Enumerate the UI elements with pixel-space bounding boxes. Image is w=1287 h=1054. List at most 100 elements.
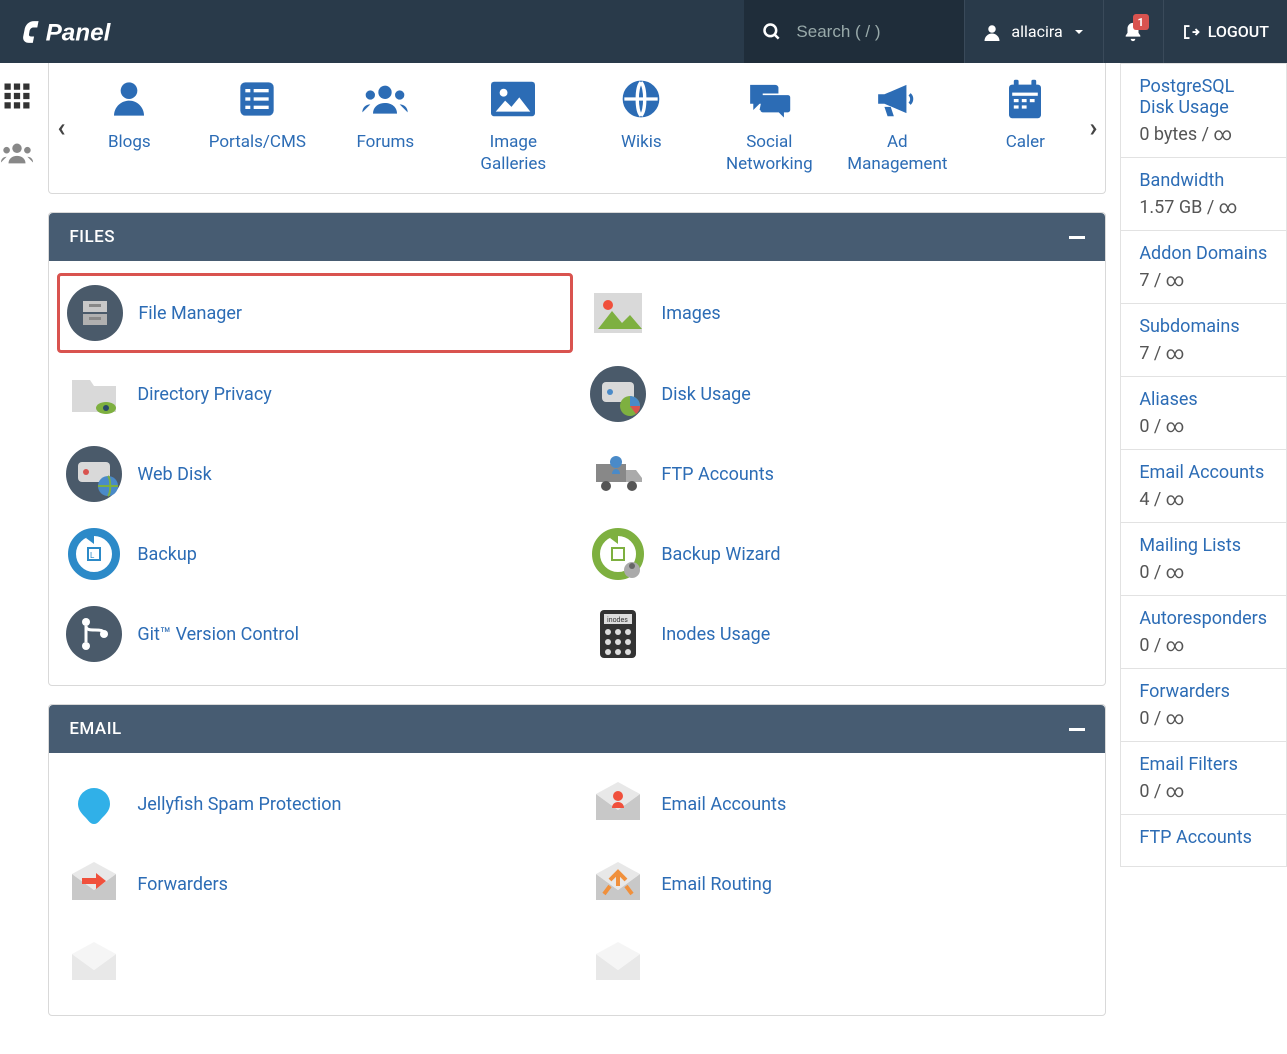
directory-privacy[interactable]: Directory Privacy [63,363,567,425]
backup-icon: L [65,525,123,583]
svg-text:L: L [90,551,95,560]
jellyfish-icon [65,775,123,833]
disk-usage-icon [589,365,647,423]
search-input[interactable] [796,22,936,42]
git-icon [65,605,123,663]
truck-icon [589,445,647,503]
email-more-2[interactable] [587,933,1091,995]
ftp-accounts[interactable]: FTP Accounts [587,443,1091,505]
inodes-usage[interactable]: inodes Inodes Usage [587,603,1091,665]
calendar-icon [1009,77,1041,121]
stat-value: 1.57 GB / ∞ [1139,197,1268,218]
envelope-icon [589,935,647,993]
stat-autoresponders: Autoresponders 0 / ∞ [1120,596,1287,669]
stat-bandwidth: Bandwidth 1.57 GB / ∞ [1120,158,1287,231]
folder-eye-icon [65,365,123,423]
sidebar [0,63,34,1054]
email-more-1[interactable] [63,933,567,995]
file-manager[interactable]: File Manager [57,273,573,353]
cat-ad[interactable]: Ad Management [847,77,947,175]
stat-addon-domains: Addon Domains 7 / ∞ [1120,231,1287,304]
email-routing[interactable]: Email Routing [587,853,1091,915]
jellyfish-spam[interactable]: Jellyfish Spam Protection [63,773,567,835]
stat-label[interactable]: PostgreSQL Disk Usage [1139,76,1268,118]
stat-label[interactable]: Email Filters [1139,754,1268,775]
search-box[interactable] [744,0,964,63]
email-accounts[interactable]: Email Accounts [587,773,1091,835]
stat-label[interactable]: Email Accounts [1139,462,1268,483]
collapse-icon[interactable] [1069,236,1085,239]
globe-icon [621,77,661,121]
chat-icon [747,77,791,121]
main-content: ‹ Blogs Portals/CMS Forums Image Galleri… [34,63,1120,1054]
email-panel-header[interactable]: EMAIL [49,705,1105,753]
stat-value: 0 / ∞ [1139,416,1268,437]
images[interactable]: Images [587,281,1091,345]
cat-wikis[interactable]: Wikis [591,77,691,175]
notif-badge: 1 [1133,14,1149,30]
user-menu[interactable]: allacira [964,0,1102,63]
notifications[interactable]: 1 [1103,0,1163,63]
collapse-icon[interactable] [1069,728,1085,731]
stat-label[interactable]: Autoresponders [1139,608,1268,629]
stat-ftp-accounts: FTP Accounts [1120,815,1287,867]
cat-calendar[interactable]: Caler [975,77,1075,175]
disk-usage[interactable]: Disk Usage [587,363,1091,425]
stat-label[interactable]: Forwarders [1139,681,1268,702]
username: allacira [1011,22,1062,41]
users-icon [361,77,409,121]
backup-wizard-icon [589,525,647,583]
email-panel: EMAIL Jellyfish Spam Protection Email Ac… [48,704,1106,1016]
sidebar-users-icon[interactable] [0,139,34,167]
stat-value: 7 / ∞ [1139,343,1268,364]
stat-label[interactable]: Mailing Lists [1139,535,1268,556]
git-version-control[interactable]: Git™ Version Control [63,603,567,665]
scroll-right[interactable]: › [1089,113,1097,143]
scroll-left[interactable]: ‹ [57,113,65,143]
stat-label[interactable]: FTP Accounts [1139,827,1268,848]
cpanel-logo[interactable]: Panel [0,16,162,48]
stat-forwarders: Forwarders 0 / ∞ [1120,669,1287,742]
svg-text:Panel: Panel [46,19,112,46]
list-icon [237,77,277,121]
envelope-icon [65,935,123,993]
bullhorn-icon [875,77,919,121]
files-panel-header[interactable]: FILES [49,213,1105,261]
stats-sidebar: PostgreSQL Disk Usage 0 bytes / ∞ Bandwi… [1120,63,1287,1054]
stat-mailing-lists: Mailing Lists 0 / ∞ [1120,523,1287,596]
backup[interactable]: L Backup [63,523,567,585]
cat-social[interactable]: Social Networking [719,77,819,175]
image-icon [491,77,535,121]
logout-icon [1182,23,1200,41]
stat-subdomains: Subdomains 7 / ∞ [1120,304,1287,377]
stat-email-accounts: Email Accounts 4 / ∞ [1120,450,1287,523]
stat-label[interactable]: Aliases [1139,389,1268,410]
stat-label[interactable]: Subdomains [1139,316,1268,337]
stat-value: 4 / ∞ [1139,489,1268,510]
email-accounts-icon [589,775,647,833]
search-icon [762,22,782,42]
app-categories: ‹ Blogs Portals/CMS Forums Image Galleri… [48,63,1106,194]
stat-aliases: Aliases 0 / ∞ [1120,377,1287,450]
forwarders[interactable]: Forwarders [63,853,567,915]
file-manager-icon [66,284,124,342]
stat-postgresql: PostgreSQL Disk Usage 0 bytes / ∞ [1120,63,1287,158]
cat-portals[interactable]: Portals/CMS [207,77,307,175]
stat-value: 7 / ∞ [1139,270,1268,291]
backup-wizard[interactable]: Backup Wizard [587,523,1091,585]
logout-button[interactable]: LOGOUT [1163,0,1287,63]
cat-image-galleries[interactable]: Image Galleries [463,77,563,175]
email-routing-icon [589,855,647,913]
web-disk-icon [65,445,123,503]
images-icon [589,284,647,342]
cat-forums[interactable]: Forums [335,77,435,175]
calculator-icon: inodes [589,605,647,663]
stat-label[interactable]: Bandwidth [1139,170,1268,191]
sidebar-home-icon[interactable] [2,81,32,111]
header: Panel allacira 1 LOGOUT [0,0,1287,63]
user-icon [983,23,1001,41]
cat-blogs[interactable]: Blogs [79,77,179,175]
stat-label[interactable]: Addon Domains [1139,243,1268,264]
web-disk[interactable]: Web Disk [63,443,567,505]
stat-value: 0 / ∞ [1139,562,1268,583]
